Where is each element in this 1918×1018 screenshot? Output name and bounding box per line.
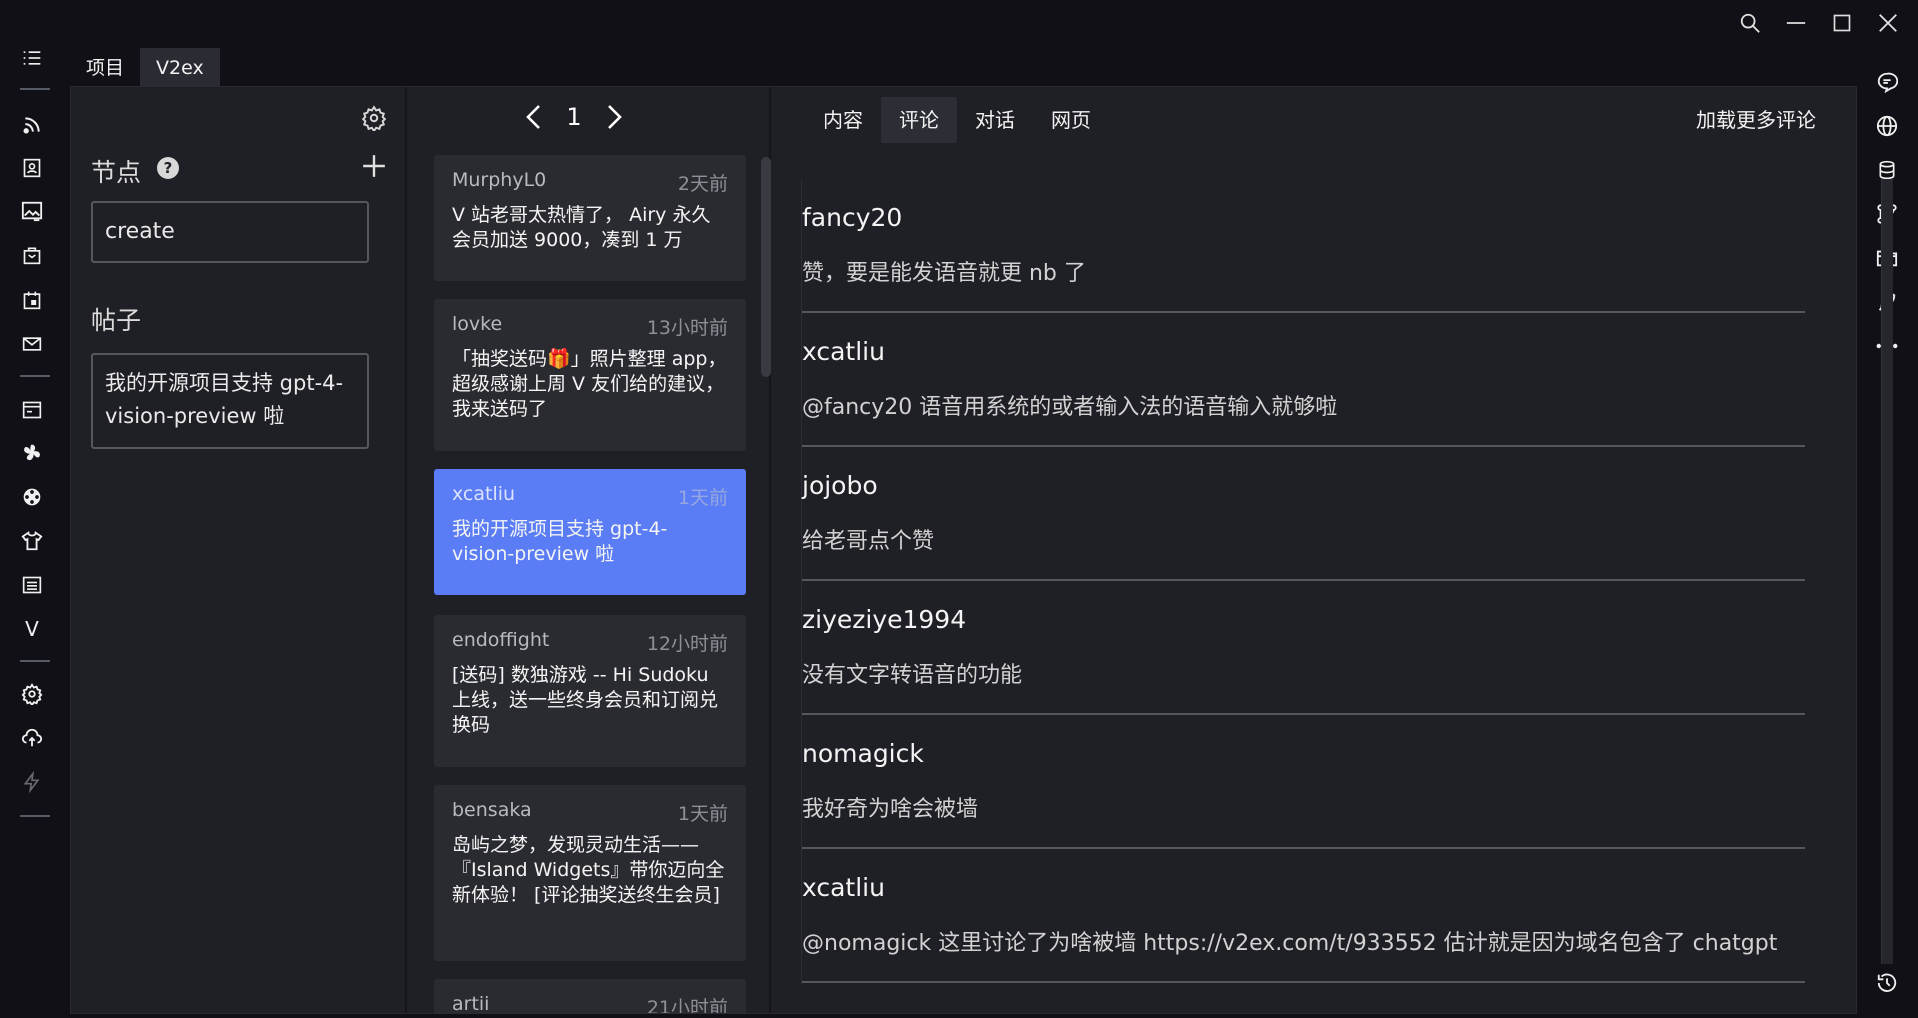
post-detail-panel: 内容 评论 对话 网页 加载更多评论 fancy20 赞，要是能发语音就更 nb… xyxy=(773,87,1893,1013)
help-icon[interactable]: ? xyxy=(157,157,179,179)
film-reel-icon[interactable] xyxy=(19,484,45,510)
tab-v2ex[interactable]: V2ex xyxy=(140,48,220,86)
post-card[interactable]: MurphyL0 2天前 V 站老哥太热情了， Airy 永久会员加送 9000，… xyxy=(434,155,746,281)
post-list-panel: 1 MurphyL0 2天前 V 站老哥太热情了， Airy 永久会员加送 900… xyxy=(409,87,771,1013)
nodes-heading: 节点 xyxy=(91,158,142,187)
post-card[interactable]: artii 21小时前 xyxy=(434,979,746,1013)
contacts-icon[interactable] xyxy=(19,155,45,181)
post-author: artii xyxy=(452,993,490,1013)
post-title: 「抽奖送码🎁」照片整理 app，超级感谢上周 V 友们给的建议，我来送码了 xyxy=(452,348,727,420)
post-time: 21小时前 xyxy=(646,997,728,1013)
post-card[interactable]: lovke 13小时前 「抽奖送码🎁」照片整理 app，超级感谢上周 V 友们给的… xyxy=(434,299,746,451)
tab-content[interactable]: 内容 xyxy=(805,97,881,143)
comment-text: 我好奇为啥会被墙 xyxy=(802,797,979,822)
nodes-panel: 节点 ? create 帖子 我的开源项目支持 gpt-4-vision-pre… xyxy=(71,87,407,1013)
tab-webpage[interactable]: 网页 xyxy=(1033,97,1109,143)
post-time: 12小时前 xyxy=(646,633,728,655)
posts-heading: 帖子 xyxy=(91,306,142,335)
comment-item: ziyeziye1994 没有文字转语音的功能 xyxy=(802,581,1805,715)
settings-icon[interactable] xyxy=(19,681,45,707)
left-nav-rail: V xyxy=(0,0,64,1018)
post-card[interactable]: endoffight 12小时前 [送码] 数独游戏 -- Hi Sudoku 上… xyxy=(434,615,746,767)
comment-author[interactable]: ziyeziye1994 xyxy=(802,605,966,634)
tab-conversation[interactable]: 对话 xyxy=(957,97,1033,143)
fan-icon[interactable] xyxy=(19,440,45,466)
post-time: 2天前 xyxy=(677,173,728,195)
v2ex-logo-icon[interactable]: V xyxy=(19,616,45,642)
workspace-frame: 节点 ? create 帖子 我的开源项目支持 gpt-4-vision-pre… xyxy=(70,86,1893,1014)
comment-item: xcatliu @fancy20 语音用系统的或者输入法的语音输入就够啦 xyxy=(802,313,1805,447)
rail-divider xyxy=(20,88,50,90)
image-edit-icon[interactable] xyxy=(19,198,45,224)
mail-icon[interactable] xyxy=(19,331,45,357)
history-icon[interactable] xyxy=(1874,970,1900,996)
comment-author[interactable]: jojobo xyxy=(802,471,878,500)
v2ex-logo-glyph: V xyxy=(25,617,39,641)
bag-icon[interactable] xyxy=(19,242,45,268)
detail-tab-bar: 内容 评论 对话 网页 xyxy=(805,97,1109,143)
comment-author[interactable]: nomagick xyxy=(802,739,924,768)
calendar-icon[interactable] xyxy=(19,287,45,313)
cloud-sync-icon[interactable] xyxy=(19,725,45,751)
chat-icon[interactable] xyxy=(1874,69,1900,95)
comment-text: @fancy20 语音用系统的或者输入法的语音输入就够啦 xyxy=(802,395,1338,420)
maximize-icon[interactable] xyxy=(1822,8,1862,38)
comment-text: 给老哥点个赞 xyxy=(802,529,935,554)
post-time: 1天前 xyxy=(677,803,728,825)
post-author: xcatliu xyxy=(452,483,516,505)
list-icon[interactable] xyxy=(19,572,45,598)
comment-text: @nomagick 这里讨论了为啥被墙 https://v2ex.com/t/9… xyxy=(802,931,1778,956)
tab-comments[interactable]: 评论 xyxy=(881,97,957,143)
post-time: 13小时前 xyxy=(646,317,728,339)
post-author: bensaka xyxy=(452,799,532,821)
post-title: [送码] 数独游戏 -- Hi Sudoku 上线，送一些终身会员和订阅兑换码 xyxy=(452,664,719,736)
next-page-icon[interactable] xyxy=(604,104,624,130)
post-title: V 站老哥太热情了， Airy 永久会员加送 9000，凑到 1 万 xyxy=(452,204,711,251)
post-title: 我的开源项目支持 gpt-4-vision-preview 啦 xyxy=(452,518,668,565)
top-tab-bar: 项目 V2ex xyxy=(70,48,220,86)
rail-divider xyxy=(20,660,50,662)
prev-page-icon[interactable] xyxy=(524,104,544,130)
comment-list-scrollbar[interactable] xyxy=(1881,179,1893,964)
load-more-comments-button[interactable]: 加载更多评论 xyxy=(1696,97,1816,143)
comment-author[interactable]: xcatliu xyxy=(802,873,885,902)
comment-list: fancy20 赞，要是能发语音就更 nb 了 xcatliu @fancy20… xyxy=(801,179,1805,984)
post-time: 1天前 xyxy=(677,487,728,509)
rail-divider xyxy=(20,815,50,817)
page-number: 1 xyxy=(566,103,582,131)
bolt-icon[interactable] xyxy=(19,769,45,795)
post-author: lovke xyxy=(452,313,503,335)
help-glyph: ? xyxy=(163,159,173,177)
comment-item: nomagick 我好奇为啥会被墙 xyxy=(802,715,1805,849)
pager: 1 xyxy=(409,103,739,131)
comment-author[interactable]: xcatliu xyxy=(802,337,885,366)
search-icon[interactable] xyxy=(1730,8,1770,38)
rss-icon[interactable] xyxy=(19,112,45,138)
post-card-selected[interactable]: xcatliu 1天前 我的开源项目支持 gpt-4-vision-preview… xyxy=(434,469,746,595)
add-node-icon[interactable] xyxy=(361,153,387,179)
tab-projects[interactable]: 项目 xyxy=(70,48,140,86)
post-title: 岛屿之梦，发现灵动生活——『Island Widgets』带你迈向全新体验！ [… xyxy=(452,834,725,906)
rail-divider xyxy=(20,375,50,377)
minimize-icon[interactable] xyxy=(1776,8,1816,38)
post-author: endoffight xyxy=(452,629,550,651)
menu-icon[interactable] xyxy=(19,45,45,71)
comment-item: fancy20 赞，要是能发语音就更 nb 了 xyxy=(802,179,1805,313)
globe-icon[interactable] xyxy=(1874,113,1900,139)
comment-author[interactable]: fancy20 xyxy=(802,203,902,232)
post-card[interactable]: bensaka 1天前 岛屿之梦，发现灵动生活——『Island Widgets』… xyxy=(434,785,746,961)
browser-window-icon[interactable] xyxy=(19,397,45,423)
comment-text: 赞，要是能发语音就更 nb 了 xyxy=(802,261,1086,286)
post-author: MurphyL0 xyxy=(452,169,547,191)
post-input[interactable]: 我的开源项目支持 gpt-4-vision-preview 啦 xyxy=(91,353,369,449)
node-input[interactable]: create xyxy=(91,201,369,263)
comment-item: jojobo 给老哥点个赞 xyxy=(802,447,1805,581)
panel-settings-icon[interactable] xyxy=(361,105,387,131)
comment-text: 没有文字转语音的功能 xyxy=(802,663,1023,688)
comment-item: xcatliu @nomagick 这里讨论了为啥被墙 https://v2ex… xyxy=(802,849,1805,983)
post-list-scrollbar[interactable] xyxy=(761,157,771,377)
tshirt-icon[interactable] xyxy=(19,528,45,554)
